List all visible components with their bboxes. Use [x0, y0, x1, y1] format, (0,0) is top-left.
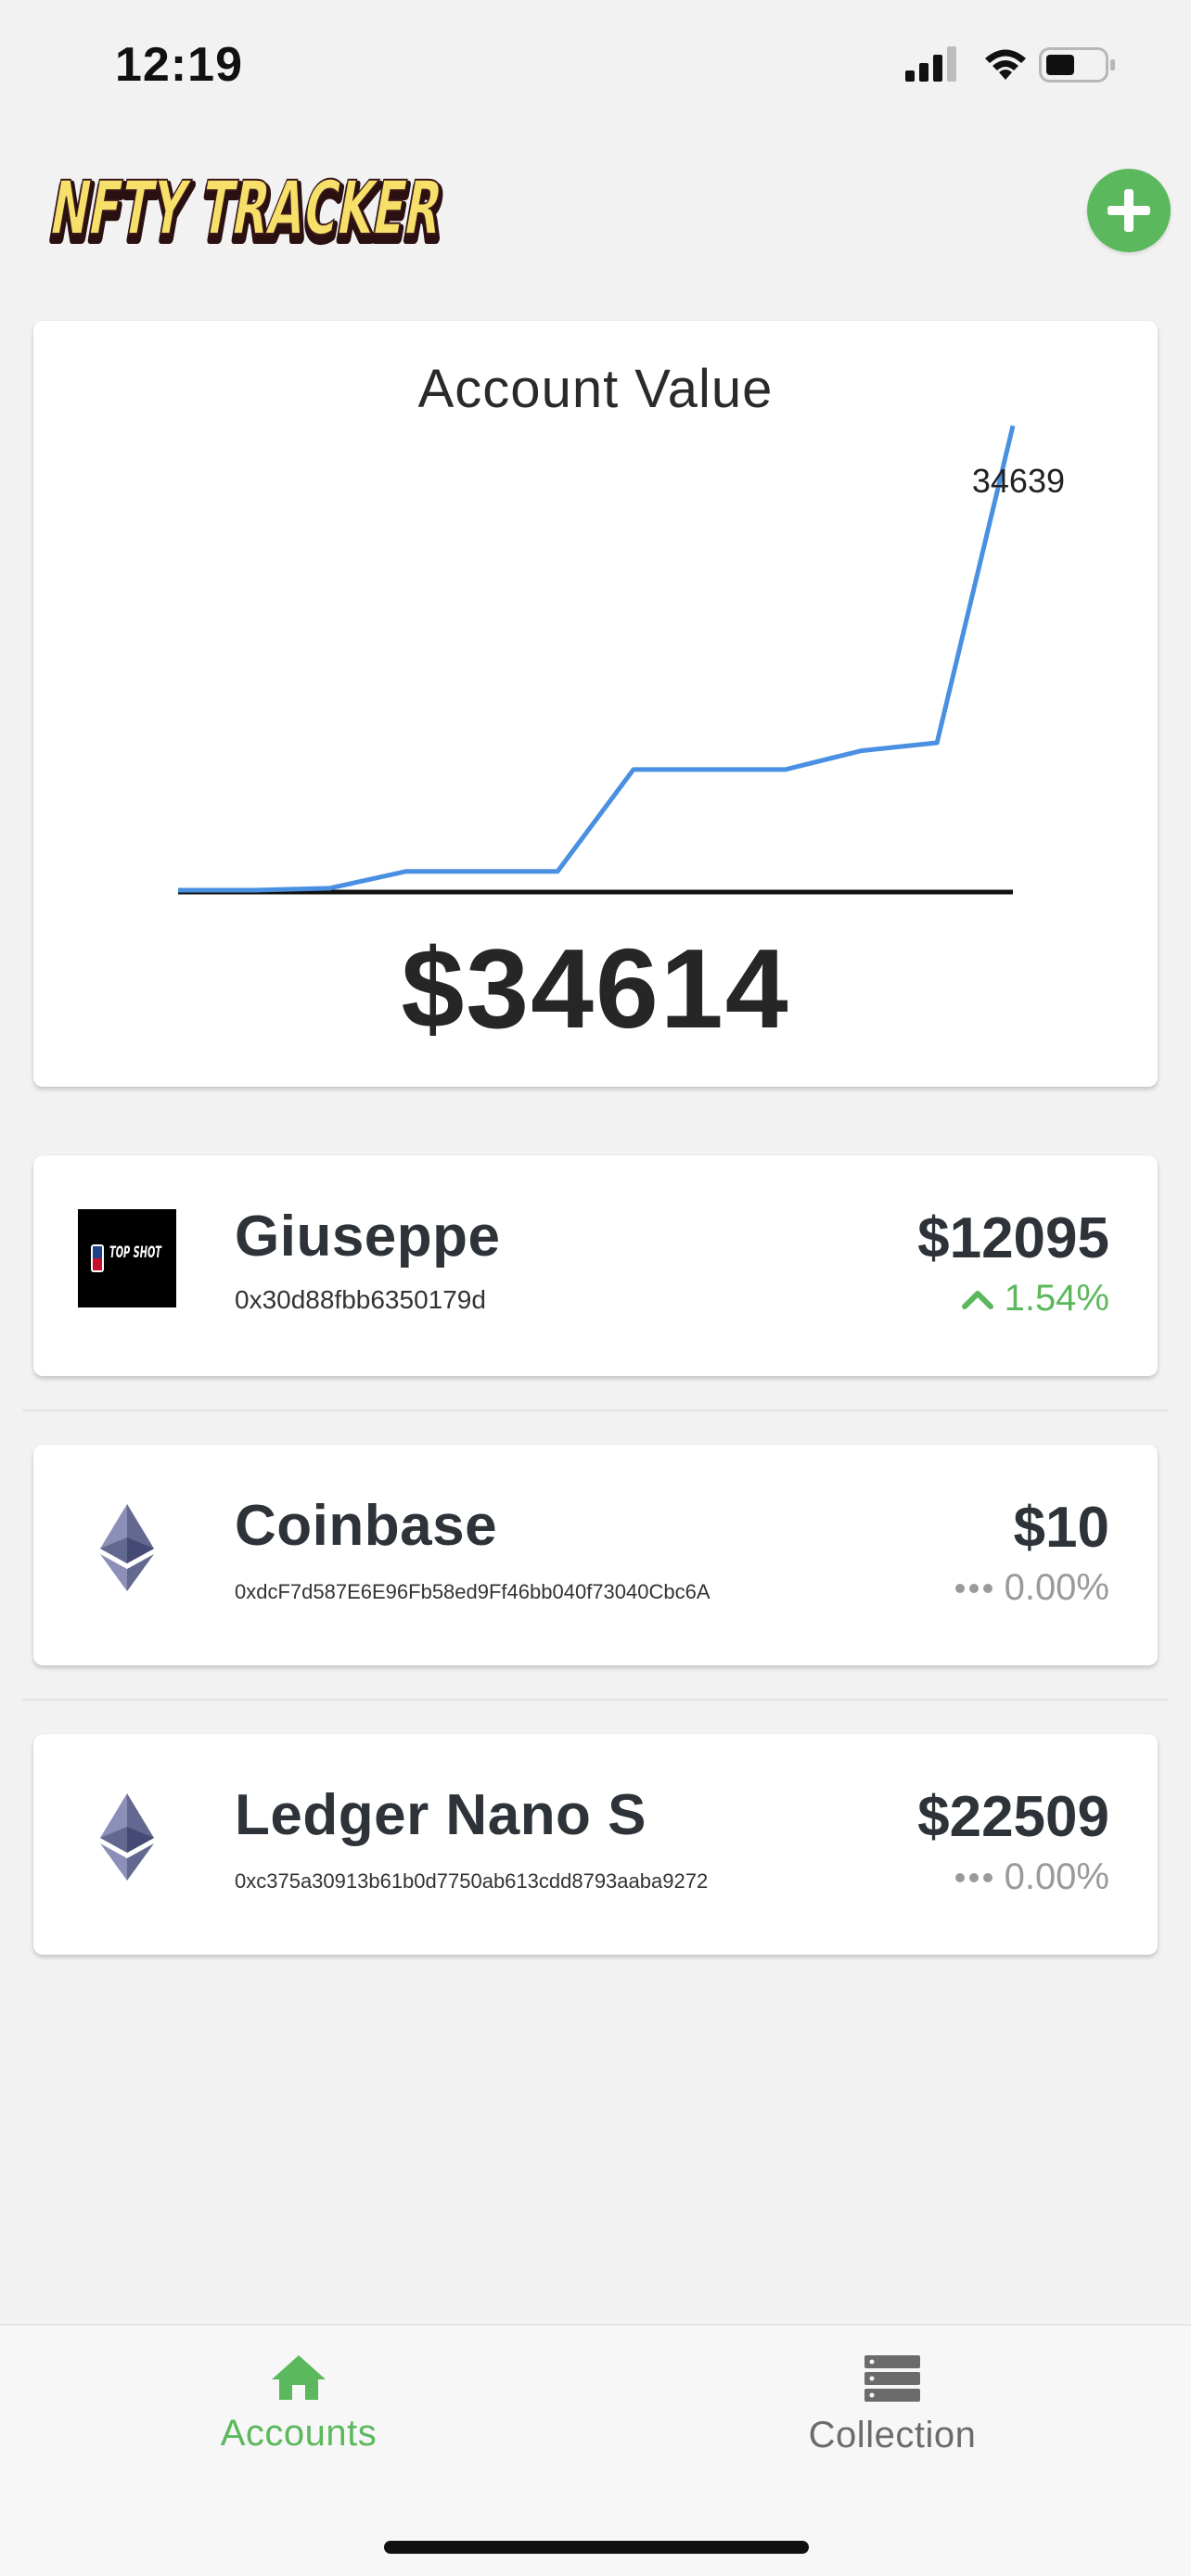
- tab-bar: Accounts Collection: [0, 2324, 1191, 2576]
- home-icon: [272, 2355, 326, 2400]
- svg-text:NFTY TRACKER: NFTY TRACKER: [46, 166, 449, 252]
- tab-label: Accounts: [220, 2413, 378, 2454]
- account-change: 1.54%: [961, 1278, 1109, 1320]
- svg-text:TOP SHOT: TOP SHOT: [109, 1243, 162, 1262]
- account-name: Coinbase: [235, 1494, 498, 1558]
- account-value: $22509: [917, 1785, 1109, 1849]
- ellipsis-icon: [954, 1872, 992, 1882]
- account-address: 0x30d88fbb6350179d: [235, 1285, 486, 1314]
- account-change-percent: 0.00%: [1004, 1856, 1109, 1897]
- account-name: Giuseppe: [235, 1205, 501, 1269]
- ethereum-icon: [78, 1788, 176, 1886]
- account-value: $10: [1013, 1496, 1109, 1560]
- account-change: 0.00%: [954, 1856, 1109, 1898]
- home-indicator: [384, 2541, 809, 2554]
- tab-label: Collection: [808, 2415, 977, 2455]
- chart-series-line: [178, 425, 1016, 893]
- account-change-percent: 1.54%: [1004, 1278, 1109, 1319]
- account-value: $12095: [917, 1206, 1109, 1270]
- wifi-icon: [985, 49, 1026, 80]
- divider: [22, 1409, 1169, 1411]
- chevron-up-icon: [961, 1290, 993, 1309]
- divider: [22, 1699, 1169, 1701]
- top-shot-logo-icon: TOP SHOT: [78, 1209, 176, 1307]
- add-account-button[interactable]: [1087, 169, 1171, 252]
- plus-icon: [1108, 189, 1150, 232]
- account-value-card: Account Value 34639 $34614: [33, 321, 1158, 1087]
- total-account-value: $34614: [401, 925, 790, 1052]
- account-change: 0.00%: [954, 1567, 1109, 1609]
- status-time: 12:19: [115, 38, 243, 92]
- account-address: 0xc375a30913b61b0d7750ab613cdd8793aaba92…: [235, 1869, 709, 1893]
- account-address: 0xdcF7d587E6E96Fb58ed9Ff46bb040f73040Cbc…: [235, 1580, 711, 1603]
- tab-collection[interactable]: Collection: [753, 2353, 1031, 2493]
- server-stack-icon: [864, 2355, 920, 2402]
- account-card-coinbase[interactable]: Coinbase 0xdcF7d587E6E96Fb58ed9Ff46bb040…: [33, 1445, 1158, 1665]
- ethereum-icon: [78, 1498, 176, 1597]
- battery-icon: [1039, 47, 1115, 83]
- account-name: Ledger Nano S: [235, 1783, 647, 1847]
- ellipsis-icon: [954, 1583, 992, 1593]
- nfty-tracker-logo-icon: NFTY TRACKER NFTY TRACKER: [40, 165, 454, 262]
- account-card-ledger-nano-s[interactable]: Ledger Nano S 0xc375a30913b61b0d7750ab61…: [33, 1734, 1158, 1955]
- tab-accounts[interactable]: Accounts: [160, 2353, 438, 2493]
- cellular-signal-icon: [905, 46, 956, 82]
- chart-data-label: 34639: [972, 462, 1065, 500]
- account-change-percent: 0.00%: [1004, 1567, 1109, 1608]
- account-card-giuseppe[interactable]: TOP SHOT Giuseppe 0x30d88fbb6350179d $12…: [33, 1155, 1158, 1376]
- app-logo: NFTY TRACKER NFTY TRACKER: [40, 165, 455, 262]
- status-bar: 12:19: [0, 0, 1191, 139]
